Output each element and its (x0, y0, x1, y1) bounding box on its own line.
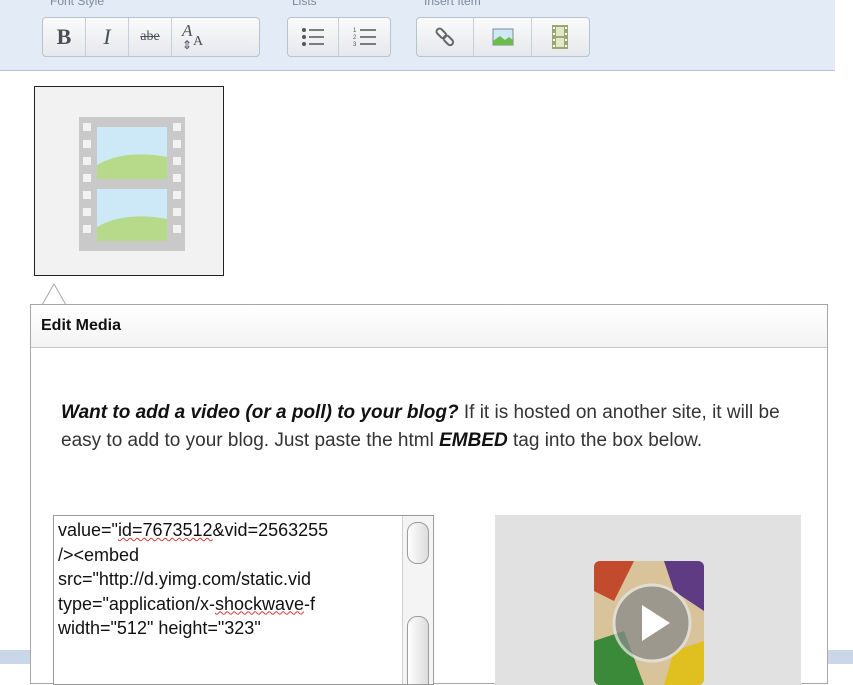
intro-text-end: tag into the box below. (507, 430, 703, 451)
insert-link-button[interactable] (417, 18, 475, 56)
bold-icon: B (56, 24, 72, 49)
page-background-strip (828, 650, 853, 664)
image-icon (492, 28, 514, 46)
bulleted-list-button[interactable] (288, 18, 339, 56)
embed-keyword: EMBED (439, 430, 508, 451)
bulleted-list-icon (302, 28, 324, 46)
video-preview-image (594, 561, 704, 685)
textarea-scrollbar[interactable] (402, 516, 433, 684)
numbered-list-icon: 1 2 3 (353, 28, 376, 48)
embed-code-content: value="id=7673512&vid=2563255 /><embed s… (58, 518, 402, 641)
intro-heading: Want to add a video (or a poll) to your … (61, 402, 459, 423)
scrollbar-thumb[interactable] (407, 616, 429, 684)
media-preview (495, 515, 801, 685)
svg-text:1: 1 (353, 28, 357, 34)
lists-group-label: Lists (292, 0, 317, 8)
insert-image-button[interactable] (474, 18, 532, 56)
embed-code-textarea[interactable]: value="id=7673512&vid=2563255 /><embed s… (53, 515, 434, 685)
italic-icon: I (103, 24, 111, 49)
strikethrough-icon: abe (140, 29, 160, 44)
popup-pointer (42, 282, 66, 306)
svg-text:3: 3 (353, 42, 357, 48)
embed-line: type="application/x-shockwave-f (58, 593, 316, 614)
dialog-title: Edit Media (31, 305, 827, 348)
link-icon (435, 27, 455, 47)
font-style-group-label: Font Style (50, 0, 105, 8)
page-background-strip (0, 650, 30, 664)
embed-line: /><embed (58, 544, 140, 565)
lists-group: 1 2 3 (287, 17, 391, 57)
font-size-small-icon: A (193, 34, 204, 49)
bold-button[interactable]: B (43, 18, 86, 56)
font-size-arrows-icon: ⇕ (182, 38, 193, 52)
insert-item-group-label: Insert Item (424, 0, 481, 8)
edit-media-dialog: Edit Media Want to add a video (or a pol… (30, 304, 828, 685)
dialog-instructions: Want to add a video (or a poll) to your … (61, 399, 781, 455)
embed-line: width="512" height="323" (58, 618, 261, 638)
embed-line: src="http://d.yimg.com/static.vid (58, 569, 311, 589)
film-placeholder-icon (79, 117, 185, 251)
font-style-group: B I abe A ⇕ A (42, 17, 260, 57)
insert-media-button[interactable] (532, 18, 589, 56)
numbered-list-button[interactable]: 1 2 3 (339, 18, 390, 56)
insert-item-group (416, 17, 590, 57)
svg-text:2: 2 (353, 35, 357, 41)
film-icon (552, 25, 569, 49)
italic-button[interactable]: I (86, 18, 129, 56)
embed-line: value="id=7673512&vid=2563255 (58, 520, 329, 540)
strikethrough-button[interactable]: abe (129, 18, 172, 56)
scroll-up-button[interactable] (407, 522, 429, 564)
video-thumbnail[interactable] (594, 561, 704, 685)
editor-toolbar: Font Style Lists Insert Item B I abe A ⇕… (0, 0, 835, 71)
embedded-media-thumbnail[interactable] (34, 86, 224, 276)
font-size-button[interactable]: A ⇕ A (172, 18, 215, 56)
